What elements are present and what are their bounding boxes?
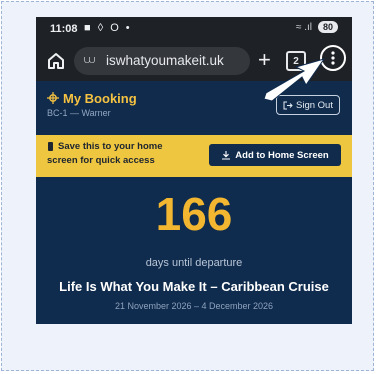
cruise-title: Life Is What You Make It – Caribbean Cru… — [59, 279, 329, 294]
pointer-arrow-icon — [263, 58, 326, 102]
ship-wheel-icon — [47, 92, 59, 104]
battery-icon: 80 — [317, 21, 338, 33]
status-right: ≈ .ıl 80 — [296, 21, 338, 33]
download-icon — [222, 151, 231, 160]
status-time: 11:08 — [50, 23, 78, 35]
phone-screen: 11:08 ■ ◊ O • ≈ .ıl 80 ⩊ iswhatyoumakeit… — [36, 17, 352, 324]
booking-reference: BC-1 — Warner — [47, 108, 111, 118]
add-to-home-label: Add to Home Screen — [235, 149, 329, 161]
cruise-dates: 21 November 2026 – 4 December 2026 — [114, 301, 274, 311]
banner-text-line2: screen for quick access — [47, 155, 155, 166]
url-text: iswhatyoumakeit.uk — [106, 53, 224, 68]
phone-icon — [48, 142, 53, 151]
site-settings-icon[interactable]: ⩊ — [84, 54, 95, 67]
countdown-section: 166 days until departure Life Is What Yo… — [36, 177, 352, 324]
days-label: days until departure — [145, 257, 243, 269]
signal-icon: ≈ .ıl — [295, 21, 312, 33]
kebab-menu-icon — [331, 51, 335, 65]
days-remaining: 166 — [155, 188, 233, 240]
page-title: My Booking — [63, 91, 137, 106]
home-icon[interactable] — [46, 51, 66, 71]
banner-text-line1: Save this to your home — [58, 141, 163, 152]
install-banner: Save this to your home screen for quick … — [36, 135, 352, 177]
add-to-home-screen-button[interactable]: Add to Home Screen — [209, 144, 341, 166]
notification-icons: ■ ◊ O • — [84, 22, 132, 34]
screenshot-frame: 11:08 ■ ◊ O • ≈ .ıl 80 ⩊ iswhatyoumakeit… — [1, 1, 374, 371]
address-bar[interactable]: ⩊ iswhatyoumakeit.uk — [74, 47, 250, 75]
status-bar: 11:08 ■ ◊ O • ≈ .ıl 80 — [36, 17, 352, 41]
